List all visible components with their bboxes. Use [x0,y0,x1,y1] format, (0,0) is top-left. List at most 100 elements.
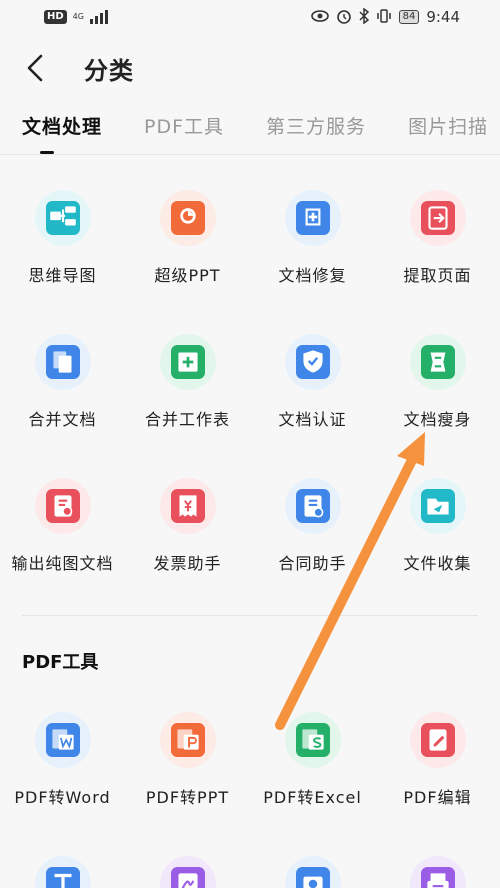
icon-badge [409,712,466,768]
icon-badge [284,856,341,888]
tool-label: 超级PPT [154,266,221,285]
icon-badge [284,334,341,390]
certify-icon [295,345,330,379]
tab-doc-processing[interactable]: 文档处理 [22,104,102,154]
icon-badge [159,478,216,534]
eye-icon [310,9,329,25]
image-doc-icon [45,489,80,523]
network-label: 4G [72,12,84,21]
arrow-head [397,432,425,466]
text-icon [45,867,80,888]
tool-collect[interactable]: 文件收集 [375,478,500,574]
tool-ppt[interactable]: 超级PPT [125,190,250,286]
merge-sheet-icon [170,345,205,379]
bluetooth-icon [359,7,369,27]
pdf-word-icon [45,723,80,757]
tool-slim[interactable]: 文档瘦身 [375,334,500,430]
tool-label: PDF转Word [14,788,111,807]
tool-repair[interactable]: 文档修复 [250,190,375,286]
tool-label: PDF编辑 [403,788,472,807]
tool-label: PDF转Excel [263,788,362,807]
icon-badge [409,190,466,246]
contract-icon [295,489,330,523]
tool-label: 思维导图 [28,266,97,285]
icon-badge [34,334,91,390]
network-type: 4G [73,13,84,21]
tool-print[interactable] [375,856,500,888]
chevron-left-icon [27,54,43,82]
tool-label: 合同助手 [278,554,347,573]
tool-label: 文件收集 [403,554,472,573]
tool-mindmap[interactable]: 思维导图 [0,190,125,286]
tool-text[interactable] [0,856,125,888]
tool-merge-sheet[interactable]: 合并工作表 [125,334,250,430]
tabs-divider [0,154,500,155]
repair-icon [295,201,330,235]
tab-pdf-tools[interactable]: PDF工具 [144,104,224,154]
icon-badge [284,712,341,768]
pdf-tools-row-2 [0,856,500,888]
tool-extract[interactable]: 提取页面 [375,190,500,286]
tool-ocr[interactable] [250,856,375,888]
tool-label: 合并工作表 [144,410,230,429]
tool-label: 提取页面 [403,266,472,285]
category-tabs: 文档处理 PDF工具 第三方服务 图片扫描 [0,104,500,154]
ppt-icon [170,201,205,235]
tool-label: PDF转PPT [145,788,230,807]
icon-badge [159,190,216,246]
back-button[interactable] [0,34,70,102]
doc-tools-row-2: 合并文档 合并工作表 文档认证 文档瘦身 [0,334,500,430]
battery-indicator: 84 [398,10,420,24]
ocr-icon [295,867,330,888]
pdf-section-title: PDF工具 [22,652,99,673]
tool-certify[interactable]: 文档认证 [250,334,375,430]
section-divider [22,615,478,616]
icon-badge [159,334,216,390]
doc-tools-row-3: 输出纯图文档 发票助手 合同助手 文件收集 [0,478,500,574]
icon-badge [284,478,341,534]
invoice-icon [170,489,205,523]
slim-icon [420,345,455,379]
tool-pdf-edit[interactable]: PDF编辑 [375,712,500,808]
vibrate-icon [376,8,392,27]
pdf-ppt-icon [170,723,205,757]
status-bar: HD 4G 84 9:44 [0,0,500,34]
tool-label: 文档认证 [278,410,347,429]
page-title: 分类 [84,56,134,85]
pdf-edit-icon [420,723,455,757]
icon-badge [409,478,466,534]
mindmap-icon [45,201,80,235]
alarm-icon [336,8,352,27]
pdf-excel-icon [295,723,330,757]
tool-merge-doc[interactable]: 合并文档 [0,334,125,430]
extract-icon [420,201,455,235]
icon-badge [34,712,91,768]
tool-label: 发票助手 [153,554,222,573]
clock: 9:44 [426,8,460,26]
tool-contract[interactable]: 合同助手 [250,478,375,574]
tool-invoice[interactable]: 发票助手 [125,478,250,574]
tab-image-scan[interactable]: 图片扫描 [408,104,488,154]
doc-tools-row-1: 思维导图 超级PPT 文档修复 提取页面 [0,190,500,286]
icon-badge [284,190,341,246]
app-header: 分类 [0,34,500,102]
tool-image-doc[interactable]: 输出纯图文档 [0,478,125,574]
icon-badge [409,856,466,888]
tool-label: 文档瘦身 [403,410,472,429]
hd-badge: HD [44,10,67,24]
merge-doc-icon [45,345,80,379]
icon-badge [34,856,91,888]
print-icon [420,867,455,888]
tool-pdf-excel[interactable]: PDF转Excel [250,712,375,808]
pdf-tools-row: PDF转Word PDF转PPT PDF转Excel PDF编辑 [0,712,500,808]
tab-third-party[interactable]: 第三方服务 [266,104,366,154]
icon-badge [409,334,466,390]
icon-badge [34,478,91,534]
icon-badge [34,190,91,246]
signal-icon [89,10,108,24]
tool-label: 文档修复 [278,266,347,285]
icon-badge [159,856,216,888]
tool-sign[interactable] [125,856,250,888]
tool-pdf-ppt[interactable]: PDF转PPT [125,712,250,808]
tool-pdf-word[interactable]: PDF转Word [0,712,125,808]
